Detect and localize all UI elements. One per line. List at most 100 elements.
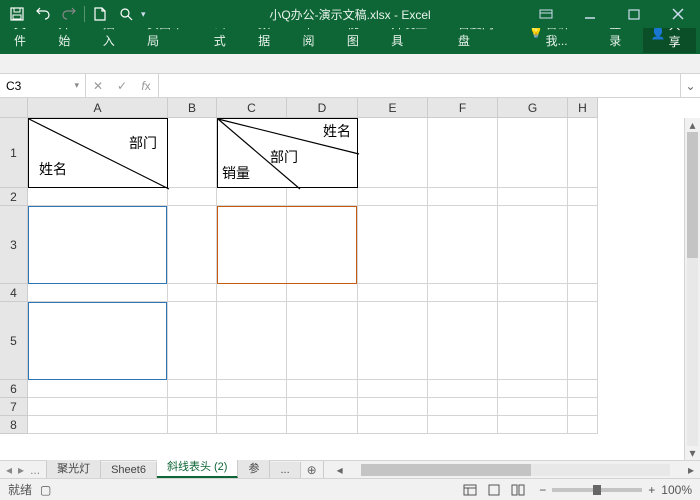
name-box-dropdown-icon[interactable]: ▾ xyxy=(74,80,79,91)
vertical-scrollbar[interactable]: ▴ ▾ xyxy=(684,118,700,460)
view-page-layout-icon[interactable] xyxy=(483,481,505,499)
cell-B1[interactable] xyxy=(168,118,217,188)
cell-B3[interactable] xyxy=(168,206,217,284)
add-sheet-icon[interactable]: ⊕ xyxy=(301,461,323,478)
col-header-D[interactable]: D xyxy=(287,98,358,118)
maximize-icon[interactable] xyxy=(612,0,656,28)
scroll-up-icon[interactable]: ▴ xyxy=(685,118,700,132)
cell-E5[interactable] xyxy=(358,302,428,380)
cell-C5[interactable] xyxy=(217,302,287,380)
cell-A5[interactable] xyxy=(28,302,168,380)
cell-H1[interactable] xyxy=(568,118,598,188)
ribbon-options-icon[interactable] xyxy=(524,0,568,28)
cell-F3[interactable] xyxy=(428,206,498,284)
cell-E8[interactable] xyxy=(358,416,428,434)
zoom-value[interactable]: 100% xyxy=(661,483,692,497)
col-header-F[interactable]: F xyxy=(428,98,498,118)
cell-F6[interactable] xyxy=(428,380,498,398)
scroll-right-icon[interactable]: ▸ xyxy=(684,463,698,477)
cell-C8[interactable] xyxy=(217,416,287,434)
cell-E2[interactable] xyxy=(358,188,428,206)
col-header-G[interactable]: G xyxy=(498,98,568,118)
cell-F2[interactable] xyxy=(428,188,498,206)
sheet-nav-more[interactable]: ... xyxy=(30,463,40,477)
select-all-corner[interactable] xyxy=(0,98,28,118)
cell-D3[interactable] xyxy=(287,206,358,284)
worksheet-grid[interactable]: ABCDEFGH 12345678 部门姓名姓名部门销量 ▴ ▾ xyxy=(0,98,700,460)
formula-input[interactable] xyxy=(159,74,680,97)
save-icon[interactable] xyxy=(6,3,28,25)
cell-A4[interactable] xyxy=(28,284,168,302)
cell-G3[interactable] xyxy=(498,206,568,284)
cell-E4[interactable] xyxy=(358,284,428,302)
qat-dropdown-icon[interactable]: ▾ xyxy=(141,9,146,20)
sheet-tab[interactable]: Sheet6 xyxy=(101,462,157,478)
minimize-icon[interactable] xyxy=(568,0,612,28)
enter-icon[interactable]: ✓ xyxy=(110,79,134,93)
name-box[interactable]: ▾ xyxy=(0,74,86,97)
sheet-nav-prev-icon[interactable]: ◂ xyxy=(6,463,12,477)
cell-G5[interactable] xyxy=(498,302,568,380)
cell-A3[interactable] xyxy=(28,206,168,284)
scroll-left-icon[interactable]: ◂ xyxy=(333,463,347,477)
cell-E1[interactable] xyxy=(358,118,428,188)
sheet-tab[interactable]: 参 xyxy=(238,458,270,478)
cell-F1[interactable] xyxy=(428,118,498,188)
row-header-8[interactable]: 8 xyxy=(0,416,28,434)
cell-A7[interactable] xyxy=(28,398,168,416)
cell-A8[interactable] xyxy=(28,416,168,434)
hscroll-thumb[interactable] xyxy=(361,464,531,476)
cell-E7[interactable] xyxy=(358,398,428,416)
cell-F4[interactable] xyxy=(428,284,498,302)
view-normal-icon[interactable] xyxy=(459,481,481,499)
cell-A2[interactable] xyxy=(28,188,168,206)
cell-D6[interactable] xyxy=(287,380,358,398)
redo-icon[interactable] xyxy=(58,3,80,25)
cell-E6[interactable] xyxy=(358,380,428,398)
cell-C6[interactable] xyxy=(217,380,287,398)
cell-D7[interactable] xyxy=(287,398,358,416)
cell-H6[interactable] xyxy=(568,380,598,398)
macro-record-icon[interactable]: ▢ xyxy=(40,483,51,497)
expand-formula-bar-icon[interactable]: ⌄ xyxy=(680,74,700,97)
cell-B5[interactable] xyxy=(168,302,217,380)
scroll-down-icon[interactable]: ▾ xyxy=(685,446,700,460)
sheet-tab[interactable]: 聚光灯 xyxy=(47,458,101,478)
fx-icon[interactable]: fx xyxy=(134,79,158,93)
row-header-3[interactable]: 3 xyxy=(0,206,28,284)
new-file-icon[interactable] xyxy=(89,3,111,25)
close-icon[interactable] xyxy=(656,0,700,28)
cell-C2[interactable] xyxy=(217,188,287,206)
undo-icon[interactable] xyxy=(32,3,54,25)
name-box-input[interactable] xyxy=(6,79,56,93)
cell-D2[interactable] xyxy=(287,188,358,206)
cell-B4[interactable] xyxy=(168,284,217,302)
sheet-nav-next-icon[interactable]: ▸ xyxy=(18,463,24,477)
cell-H5[interactable] xyxy=(568,302,598,380)
cell-E3[interactable] xyxy=(358,206,428,284)
cell-H4[interactable] xyxy=(568,284,598,302)
cell-B7[interactable] xyxy=(168,398,217,416)
col-header-C[interactable]: C xyxy=(217,98,287,118)
cell-D5[interactable] xyxy=(287,302,358,380)
cell-F5[interactable] xyxy=(428,302,498,380)
row-header-1[interactable]: 1 xyxy=(0,118,28,188)
cell-A6[interactable] xyxy=(28,380,168,398)
cell-B2[interactable] xyxy=(168,188,217,206)
row-header-5[interactable]: 5 xyxy=(0,302,28,380)
row-header-7[interactable]: 7 xyxy=(0,398,28,416)
cell-B8[interactable] xyxy=(168,416,217,434)
row-header-2[interactable]: 2 xyxy=(0,188,28,206)
cancel-icon[interactable]: ✕ xyxy=(86,79,110,93)
row-header-6[interactable]: 6 xyxy=(0,380,28,398)
cell-C4[interactable] xyxy=(217,284,287,302)
cell-G8[interactable] xyxy=(498,416,568,434)
cell-H3[interactable] xyxy=(568,206,598,284)
cell-C7[interactable] xyxy=(217,398,287,416)
cell-G2[interactable] xyxy=(498,188,568,206)
zoom-in-icon[interactable]: + xyxy=(648,483,655,497)
print-preview-icon[interactable] xyxy=(115,3,137,25)
cell-F8[interactable] xyxy=(428,416,498,434)
view-page-break-icon[interactable] xyxy=(507,481,529,499)
zoom-out-icon[interactable]: − xyxy=(539,483,546,497)
